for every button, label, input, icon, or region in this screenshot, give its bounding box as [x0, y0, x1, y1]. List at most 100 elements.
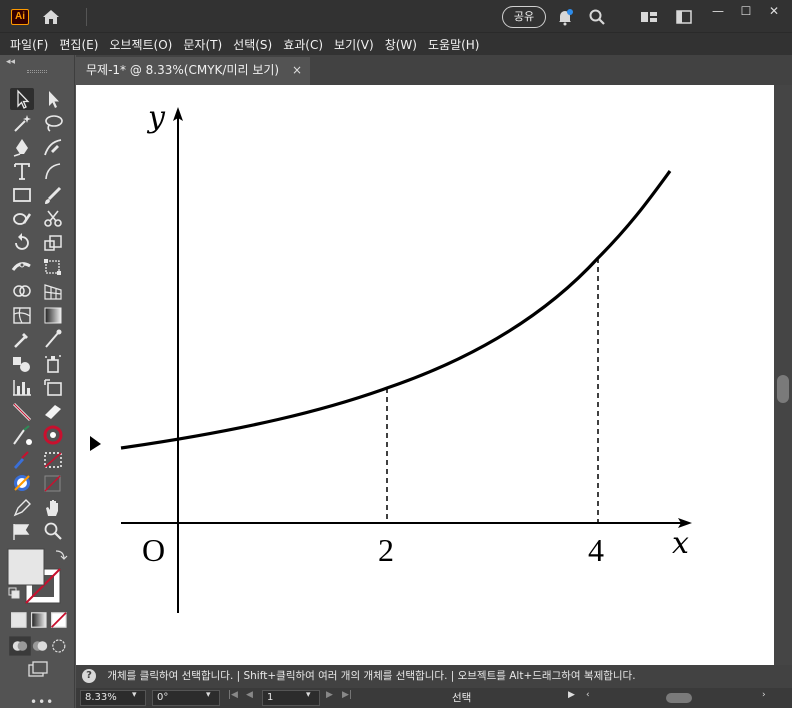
first-artboard-icon[interactable]: |◀: [228, 690, 238, 700]
menu-bar: 파일(F) 편집(E) 오브젝트(O) 문자(T) 선택(S) 효과(C) 보기…: [0, 33, 792, 55]
zoom-value: 8.33%: [85, 692, 117, 703]
symbol-sprayer-tool-icon[interactable]: [41, 352, 65, 374]
rectangle-tool-icon[interactable]: [10, 184, 34, 206]
eyedropper-tool-icon[interactable]: [10, 328, 34, 350]
scroll-right-icon[interactable]: ›: [762, 690, 766, 700]
title-separator: [86, 8, 87, 26]
last-artboard-icon[interactable]: ▶|: [342, 690, 352, 700]
menu-edit[interactable]: 편집(E): [59, 36, 98, 53]
draw-normal-icon[interactable]: [10, 448, 34, 470]
lasso-tool-icon[interactable]: [41, 112, 65, 134]
hand-tool-icon[interactable]: [41, 496, 65, 518]
x-axis-label: x: [672, 526, 689, 561]
color-mode-icon[interactable]: [10, 472, 34, 494]
minimize-button[interactable]: —: [706, 2, 730, 20]
graph-artwork[interactable]: y O 2 4 x: [76, 85, 774, 665]
slice-tool-icon[interactable]: [10, 400, 34, 422]
close-button[interactable]: ✕: [762, 2, 786, 20]
scissors-tool-icon[interactable]: [41, 208, 65, 230]
more-tools-icon[interactable]: •••: [30, 695, 54, 708]
home-icon[interactable]: [40, 7, 62, 27]
menu-select[interactable]: 선택(S): [233, 36, 272, 53]
screen-mode-icon[interactable]: [26, 659, 50, 681]
vertical-scrollbar[interactable]: [774, 85, 792, 665]
swap-colors-icon[interactable]: [41, 448, 65, 470]
gradient-tool-icon[interactable]: [41, 304, 65, 326]
collapse-panel-icon[interactable]: ◂◂: [6, 57, 15, 67]
artboard-dropdown-icon[interactable]: ▾: [306, 690, 311, 700]
x-tick-label-4: 4: [588, 532, 604, 568]
fill-stroke-swatches[interactable]: [6, 547, 70, 605]
curvature-tool-icon[interactable]: [41, 136, 65, 158]
search-icon[interactable]: [588, 8, 606, 26]
zoom-tool-icon[interactable]: [41, 520, 65, 542]
hint-bar: ? 개체를 클릭하여 선택합니다. | Shift+클릭하여 여러 개의 개체를…: [76, 665, 792, 688]
line-segment-tool-icon[interactable]: [41, 160, 65, 182]
menu-help[interactable]: 도움말(H): [428, 36, 480, 53]
draw-inside-icon[interactable]: [48, 635, 68, 653]
panel-grip[interactable]: [27, 70, 47, 73]
measure-tool-icon[interactable]: [41, 328, 65, 350]
previous-artboard-icon[interactable]: ◀: [246, 690, 253, 700]
shape-builder-tool-icon[interactable]: [10, 280, 34, 302]
mesh-tool-icon[interactable]: [10, 304, 34, 326]
fill-stroke-icon[interactable]: [41, 424, 65, 446]
close-tab-icon[interactable]: ×: [292, 57, 302, 83]
selection-tool-icon[interactable]: [10, 88, 34, 110]
menu-type[interactable]: 문자(T): [183, 36, 222, 53]
shaper-tool-icon[interactable]: [10, 208, 34, 230]
help-icon[interactable]: ?: [82, 669, 96, 683]
share-button[interactable]: 공유: [502, 6, 546, 28]
puppet-warp-tool-icon[interactable]: [10, 520, 34, 542]
draw-mode-icon[interactable]: [8, 635, 31, 656]
canvas[interactable]: y O 2 4 x: [76, 85, 774, 665]
horizontal-scroll-thumb[interactable]: [666, 693, 692, 703]
artboard[interactable]: y O 2 4 x: [76, 85, 774, 665]
gradient-button-icon[interactable]: [28, 609, 48, 628]
tools-panel: ◂◂ •••: [0, 55, 75, 708]
paintbrush-tool-icon[interactable]: [41, 184, 65, 206]
column-graph-tool-icon[interactable]: [10, 376, 34, 398]
none-button-icon[interactable]: [48, 609, 68, 628]
rotation-dropdown-icon[interactable]: ▾: [206, 690, 211, 700]
perspective-grid-tool-icon[interactable]: [41, 280, 65, 302]
next-artboard-icon[interactable]: ▶: [326, 690, 333, 700]
bell-icon[interactable]: [556, 8, 574, 26]
y-axis-label: y: [146, 100, 166, 135]
menu-file[interactable]: 파일(F): [10, 36, 48, 53]
direct-selection-tool-icon[interactable]: [41, 88, 65, 110]
rotate-tool-icon[interactable]: [10, 232, 34, 254]
draw-behind-icon[interactable]: [28, 635, 48, 653]
menu-effect[interactable]: 효과(C): [283, 36, 323, 53]
document-tab-label: 무제-1* @ 8.33%(CMYK/미리 보기): [86, 63, 280, 77]
knife-tool-icon[interactable]: [10, 424, 34, 446]
hint-text: 개체를 클릭하여 선택합니다. | Shift+클릭하여 여러 개의 개체를 선…: [107, 670, 636, 682]
document-tab-bar: 무제-1* @ 8.33%(CMYK/미리 보기) ×: [76, 55, 792, 85]
zoom-dropdown-icon[interactable]: ▾: [132, 690, 137, 700]
pen-tool-icon[interactable]: [10, 136, 34, 158]
pencil-tool-icon[interactable]: [10, 496, 34, 518]
artboard-field[interactable]: 1: [262, 690, 320, 706]
width-tool-icon[interactable]: [10, 256, 34, 278]
magic-wand-tool-icon[interactable]: [10, 112, 34, 134]
color-button-icon[interactable]: [8, 609, 28, 628]
blend-tool-icon[interactable]: [10, 352, 34, 374]
menu-window[interactable]: 창(W): [385, 36, 417, 53]
illustrator-logo: Ai: [11, 9, 29, 25]
arrange-documents-icon[interactable]: [640, 10, 658, 24]
current-tool-label: 선택: [452, 692, 472, 704]
vertical-scroll-thumb[interactable]: [777, 375, 789, 403]
document-tab[interactable]: 무제-1* @ 8.33%(CMYK/미리 보기) ×: [76, 57, 310, 85]
menu-view[interactable]: 보기(V): [334, 36, 374, 53]
status-menu-icon[interactable]: ▶: [568, 690, 575, 700]
maximize-button[interactable]: ☐: [734, 2, 758, 20]
free-transform-tool-icon[interactable]: [41, 256, 65, 278]
artboard-tool-icon[interactable]: [41, 376, 65, 398]
scale-tool-icon[interactable]: [41, 232, 65, 254]
none-color-icon[interactable]: [41, 472, 65, 494]
eraser-tool-icon[interactable]: [41, 400, 65, 422]
workspace-icon[interactable]: [676, 10, 692, 24]
type-tool-icon[interactable]: [10, 160, 34, 182]
scroll-left-icon[interactable]: ‹: [586, 690, 590, 700]
menu-object[interactable]: 오브젝트(O): [109, 36, 172, 53]
